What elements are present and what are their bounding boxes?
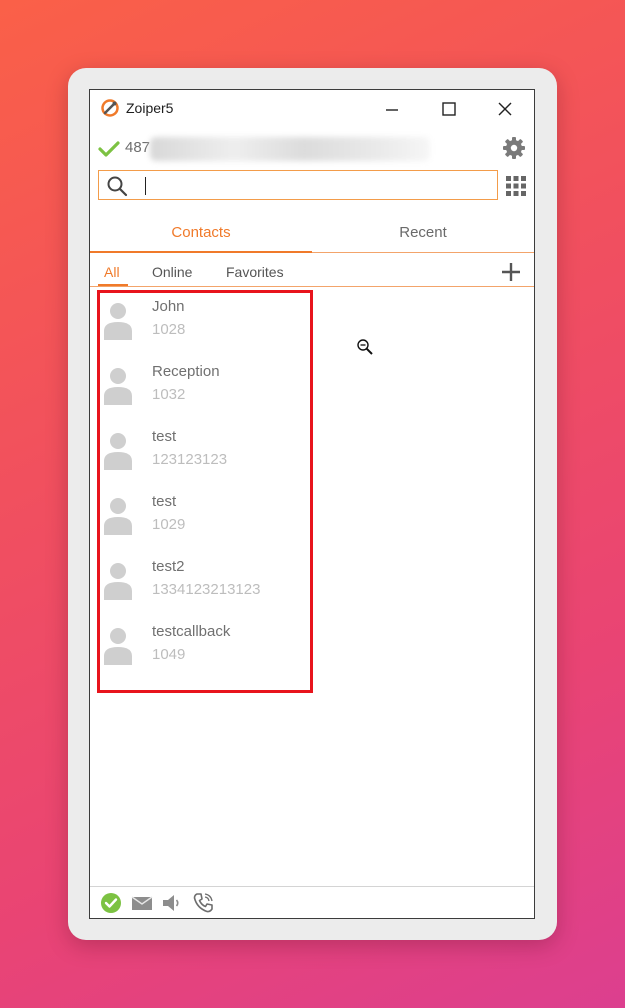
dialpad-icon[interactable] [504, 174, 528, 198]
filter-all-underline [98, 284, 128, 286]
phone-icon[interactable] [192, 892, 214, 914]
online-status-icon[interactable] [100, 892, 122, 914]
main-tabs: Contacts Recent [90, 214, 534, 253]
account-number: 487 [125, 139, 151, 156]
search-input[interactable] [137, 173, 491, 199]
zoom-out-cursor-icon [356, 338, 374, 356]
minimize-icon [386, 109, 398, 111]
text-cursor [145, 177, 146, 195]
envelope-icon[interactable] [131, 892, 153, 914]
account-number-redacted [150, 137, 430, 161]
maximize-button[interactable] [434, 94, 464, 124]
maximize-icon [442, 102, 456, 116]
speaker-icon[interactable] [161, 892, 183, 914]
tab-contacts[interactable]: Contacts [90, 214, 312, 253]
zoiper-logo-icon [100, 98, 120, 118]
check-icon [98, 140, 120, 158]
tab-recent[interactable]: Recent [312, 214, 534, 251]
app-title: Zoiper5 [126, 100, 174, 116]
filter-all[interactable]: All [104, 264, 120, 280]
account-status-row[interactable]: 487 [90, 134, 534, 164]
plus-icon[interactable] [499, 260, 523, 284]
filter-favorites[interactable]: Favorites [226, 264, 284, 280]
gear-icon[interactable] [502, 136, 526, 160]
contact-filters: All Online Favorites [90, 258, 534, 287]
search-box[interactable] [98, 170, 498, 200]
search-icon [105, 174, 129, 198]
highlight-annotation-box [97, 290, 313, 693]
close-button[interactable] [490, 94, 520, 124]
filter-online[interactable]: Online [152, 264, 192, 280]
title-bar[interactable]: Zoiper5 [90, 90, 534, 128]
close-icon [498, 102, 512, 116]
minimize-button[interactable] [377, 94, 407, 124]
status-bar [90, 886, 534, 919]
zoiper-window: Zoiper5 487 Contacts Recent All Online F… [89, 89, 535, 919]
